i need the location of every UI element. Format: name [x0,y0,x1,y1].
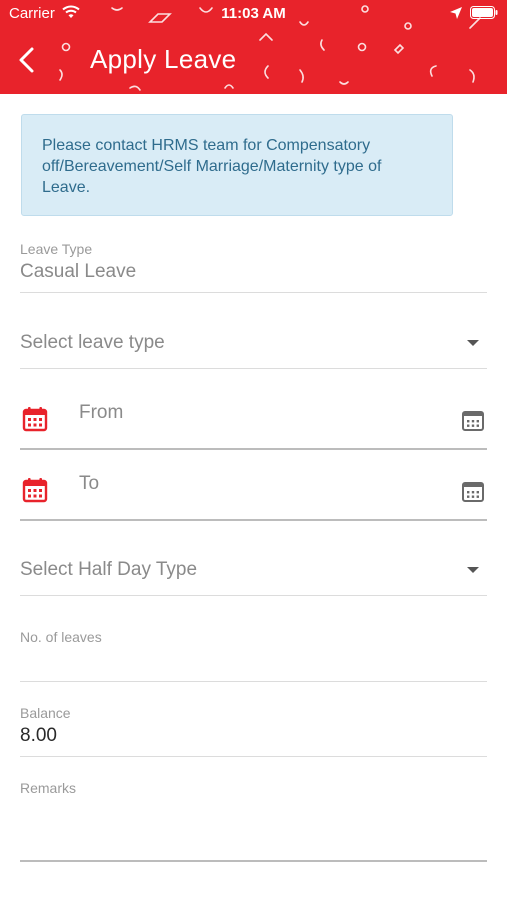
balance-value: 8.00 [20,725,57,746]
divider [20,292,487,293]
info-notice: Please contact HRMS team for Compensator… [21,114,453,216]
half-day-type-dropdown[interactable]: Select Half Day Type [0,538,507,596]
chevron-down-icon [467,340,479,346]
from-date-input[interactable]: From [79,402,123,424]
page-title: Apply Leave [90,44,237,74]
balance-label: Balance [20,705,71,721]
remarks-label: Remarks [20,780,77,796]
app-header: Carrier 11:03 AM Apply Leave [0,0,507,94]
divider [20,595,487,596]
leave-type-dropdown-placeholder: Select leave type [20,332,165,353]
divider [20,368,487,369]
leave-type-dropdown[interactable]: Select leave type [0,310,507,368]
calendar-icon [22,407,48,432]
half-day-dropdown-placeholder: Select Half Day Type [20,559,198,580]
location-arrow-icon [450,7,462,19]
leave-type-label: Leave Type [20,241,93,257]
divider [20,448,487,450]
to-date-picker-icon[interactable] [461,479,485,503]
calendar-icon [22,478,48,503]
divider [20,681,487,682]
battery-icon [470,6,498,19]
divider [20,519,487,521]
remarks-input[interactable] [20,800,487,860]
chevron-down-icon [467,567,479,573]
to-date-input[interactable]: To [79,473,99,495]
divider [20,756,487,757]
no-of-leaves-label: No. of leaves [20,629,102,645]
status-bar: Carrier 11:03 AM [0,0,507,28]
from-date-picker-icon[interactable] [461,408,485,432]
back-chevron-icon[interactable] [16,46,38,74]
status-time: 11:03 AM [221,5,286,22]
divider [20,860,487,862]
notice-text: Please contact HRMS team for Compensator… [42,137,382,196]
leave-type-value: Casual Leave [20,261,137,282]
